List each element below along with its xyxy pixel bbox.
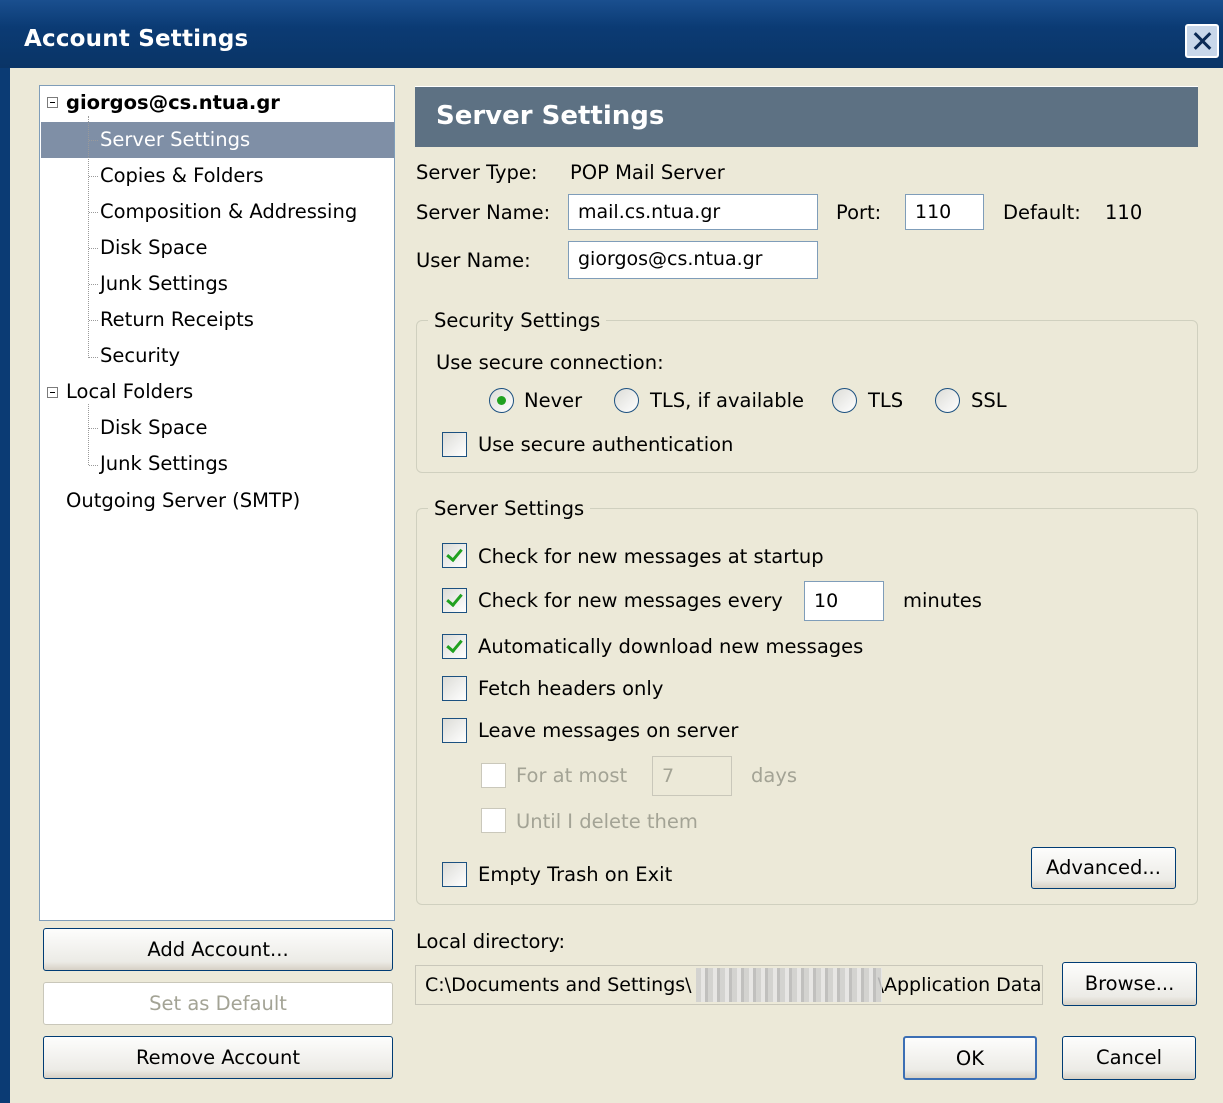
use-secure-connection-label: Use secure connection:	[436, 351, 664, 374]
default-port-value: 110	[1105, 201, 1143, 224]
tree-connector	[89, 284, 98, 285]
tree-item-security[interactable]: Security	[100, 344, 180, 367]
tree-item-disk-space[interactable]: Disk Space	[100, 236, 208, 259]
leave-on-server-checkbox[interactable]	[442, 718, 467, 743]
tree-connector	[89, 212, 98, 213]
set-default-button[interactable]: Set as Default	[43, 982, 393, 1025]
radio-tls[interactable]	[832, 388, 857, 413]
tree-connector	[89, 176, 98, 177]
tree-item-composition[interactable]: Composition & Addressing	[100, 200, 357, 223]
tree-connector	[89, 320, 98, 321]
auto-download-label[interactable]: Automatically download new messages	[478, 635, 863, 658]
radio-tls-if-available-label[interactable]: TLS, if available	[650, 389, 804, 412]
cancel-button[interactable]: Cancel	[1062, 1036, 1196, 1080]
tree-connector	[89, 140, 98, 141]
secure-auth-checkbox[interactable]	[442, 432, 467, 457]
security-settings-title: Security Settings	[428, 309, 607, 332]
port-label: Port:	[836, 201, 882, 224]
for-at-most-checkbox[interactable]	[481, 763, 506, 788]
collapse-local-folders-icon[interactable]	[47, 387, 58, 398]
radio-ssl[interactable]	[935, 388, 960, 413]
collapse-account-icon[interactable]	[47, 97, 58, 108]
tree-item-server-settings[interactable]: Server Settings	[100, 128, 250, 151]
local-directory-path-start: C:\Documents and Settings\	[425, 974, 692, 996]
until-delete-checkbox[interactable]	[481, 808, 506, 833]
radio-tls-if-available[interactable]	[614, 388, 639, 413]
user-name-input[interactable]: giorgos@cs.ntua.gr	[568, 241, 818, 279]
user-name-label: User Name:	[416, 249, 531, 272]
local-directory-label: Local directory:	[416, 930, 566, 953]
ok-button[interactable]: OK	[903, 1036, 1037, 1080]
local-directory-path-end: \Application Data	[877, 974, 1042, 996]
window-frame	[0, 68, 10, 1103]
server-name-input[interactable]: mail.cs.ntua.gr	[568, 194, 818, 230]
default-port-label: Default:	[1003, 201, 1081, 224]
radio-never[interactable]	[489, 388, 514, 413]
check-every-label[interactable]: Check for new messages every	[478, 589, 783, 612]
for-at-most-label: For at most	[516, 764, 628, 787]
server-type-value: POP Mail Server	[570, 161, 725, 184]
empty-trash-checkbox[interactable]	[442, 862, 467, 887]
server-name-label: Server Name:	[416, 201, 551, 224]
tree-connector	[89, 357, 98, 358]
tree-connector	[89, 428, 98, 429]
check-interval-input[interactable]: 10	[804, 581, 884, 621]
add-account-button[interactable]: Add Account...	[43, 928, 393, 971]
empty-trash-label[interactable]: Empty Trash on Exit	[478, 863, 672, 886]
check-startup-label[interactable]: Check for new messages at startup	[478, 545, 824, 568]
panel-title: Server Settings	[436, 101, 665, 131]
close-button[interactable]	[1185, 24, 1219, 58]
port-input[interactable]: 110	[905, 194, 984, 230]
tree-item-return-receipts[interactable]: Return Receipts	[100, 308, 254, 331]
tree-connector	[89, 248, 98, 249]
days-label: days	[751, 764, 798, 787]
tree-connector	[89, 465, 98, 466]
radio-ssl-label[interactable]: SSL	[971, 389, 1007, 412]
tree-item-local-disk-space[interactable]: Disk Space	[100, 416, 208, 439]
fetch-headers-label[interactable]: Fetch headers only	[478, 677, 663, 700]
tree-item-local-folders[interactable]: Local Folders	[66, 380, 193, 403]
remove-account-button[interactable]: Remove Account	[43, 1036, 393, 1079]
server-type-label: Server Type:	[416, 161, 538, 184]
radio-never-label[interactable]: Never	[524, 389, 582, 412]
secure-auth-label[interactable]: Use secure authentication	[478, 433, 733, 456]
tree-item-account[interactable]: giorgos@cs.ntua.gr	[66, 91, 280, 114]
tree-connector	[88, 404, 89, 465]
tree-item-outgoing-server[interactable]: Outgoing Server (SMTP)	[66, 489, 300, 512]
for-at-most-days-input[interactable]: 7	[652, 756, 732, 796]
check-every-checkbox[interactable]	[442, 588, 467, 613]
until-delete-label: Until I delete them	[516, 810, 698, 833]
fetch-headers-checkbox[interactable]	[442, 676, 467, 701]
browse-button[interactable]: Browse...	[1062, 962, 1197, 1006]
window-title: Account Settings	[24, 26, 249, 52]
advanced-button[interactable]: Advanced...	[1031, 847, 1176, 889]
redaction-blur	[696, 968, 882, 1002]
tree-connector	[88, 116, 89, 358]
check-startup-checkbox[interactable]	[442, 543, 467, 568]
tree-item-junk-settings[interactable]: Junk Settings	[100, 272, 228, 295]
tree-item-copies-folders[interactable]: Copies & Folders	[100, 164, 264, 187]
server-settings-title: Server Settings	[428, 497, 591, 520]
radio-tls-label[interactable]: TLS	[868, 389, 903, 412]
tree-item-local-junk-settings[interactable]: Junk Settings	[100, 452, 228, 475]
leave-on-server-label[interactable]: Leave messages on server	[478, 719, 738, 742]
auto-download-checkbox[interactable]	[442, 634, 467, 659]
minutes-label: minutes	[903, 589, 982, 612]
